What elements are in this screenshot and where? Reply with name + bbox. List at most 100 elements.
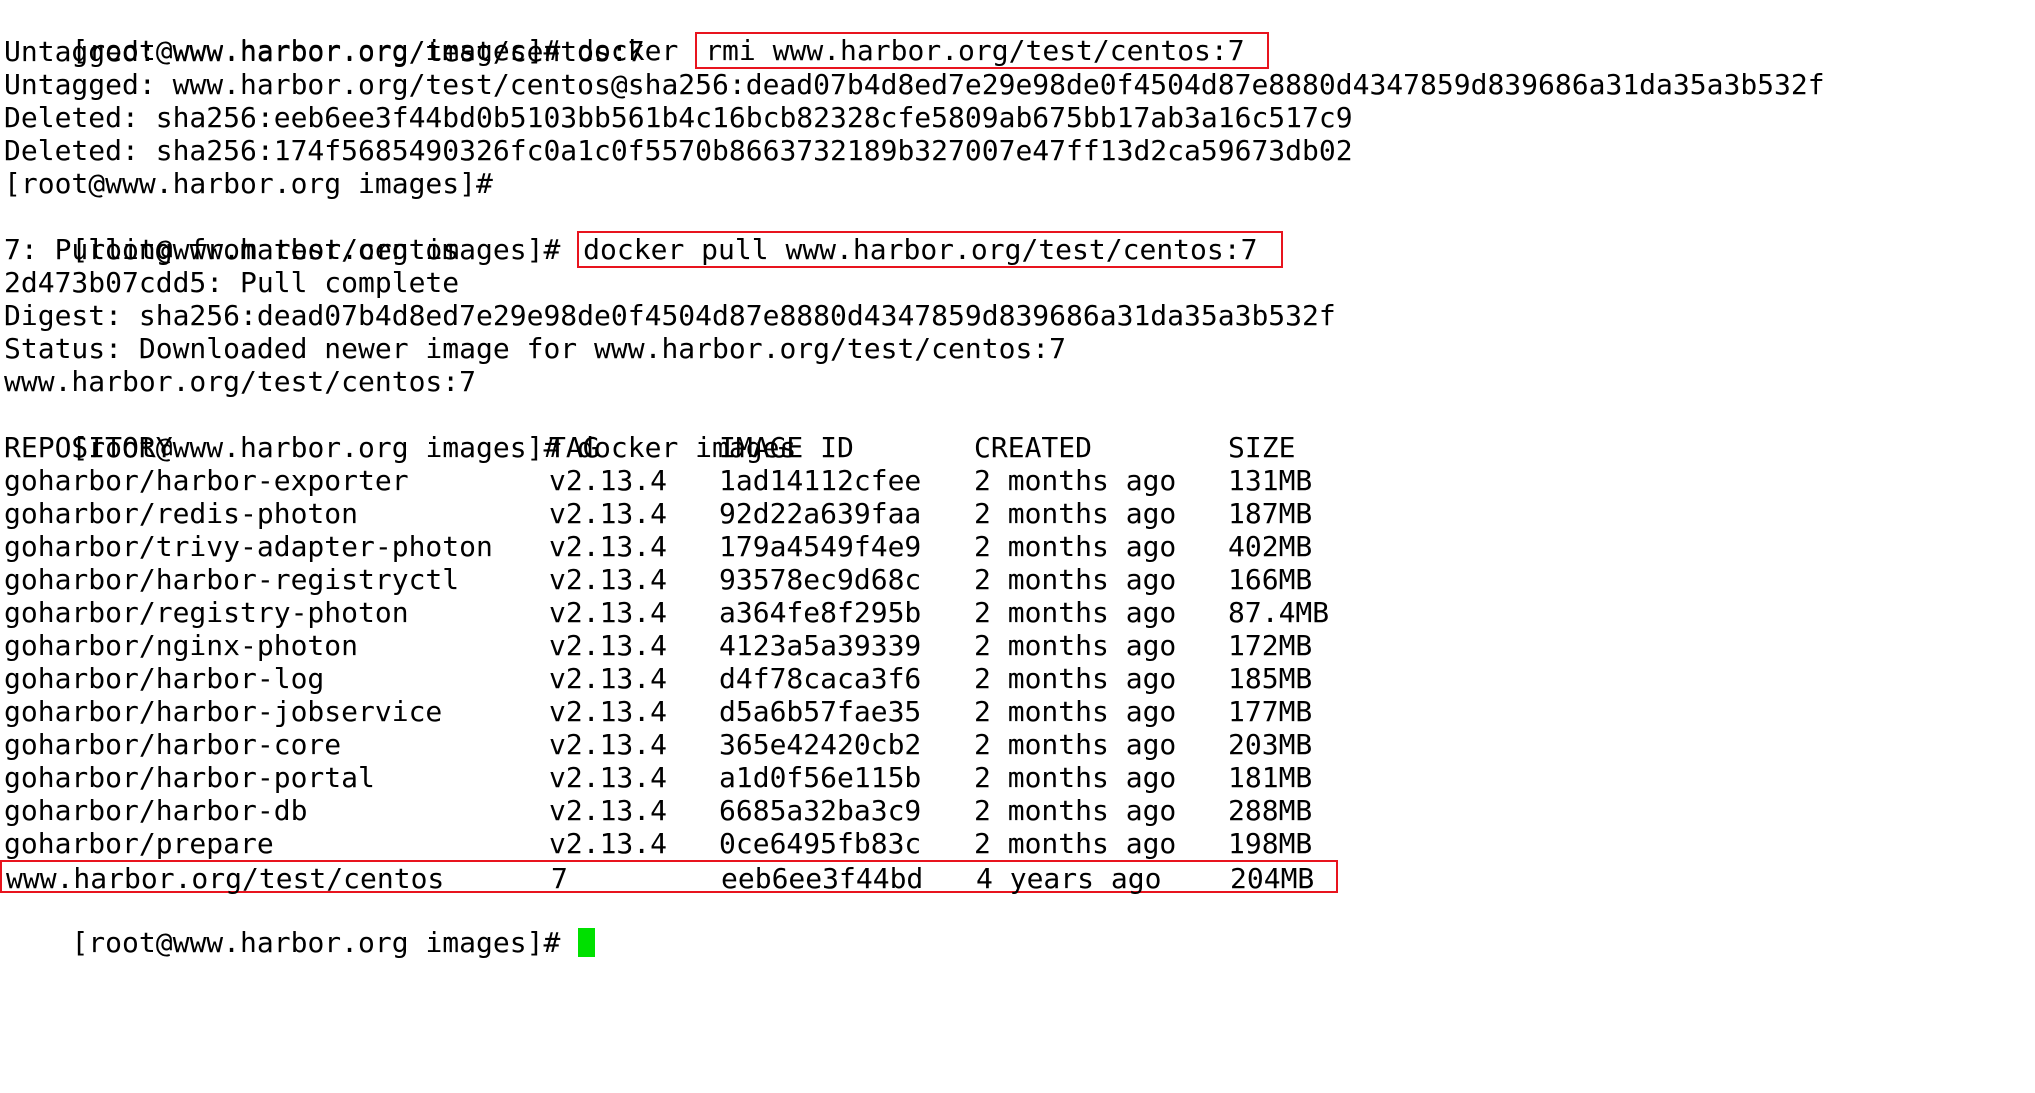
row-image-id: d4f78caca3f6 xyxy=(719,662,922,695)
command-line-pull: [root@www.harbor.org images]# docker pul… xyxy=(4,200,1284,268)
row-tag: v2.13.4 xyxy=(549,497,668,530)
row-repository: goharbor/harbor-portal xyxy=(4,761,375,794)
table-row: goharbor/harbor-portal v2.13.4 a1d0f56e1… xyxy=(4,761,1404,794)
row-created: 2 months ago xyxy=(974,596,1177,629)
table-row: goharbor/harbor-jobservice v2.13.4 d5a6b… xyxy=(4,695,1404,728)
table-row: goharbor/harbor-core v2.13.4 365e42420cb… xyxy=(4,728,1404,761)
row-created: 2 months ago xyxy=(974,728,1177,761)
row-image-id: d5a6b57fae35 xyxy=(719,695,922,728)
highlighted-rmi-command: rmi www.harbor.org/test/centos:7 xyxy=(695,32,1269,69)
row-repository: goharbor/nginx-photon xyxy=(4,629,359,662)
row-tag: v2.13.4 xyxy=(549,662,668,695)
row-created: 2 months ago xyxy=(974,827,1177,860)
row-tag: v2.13.4 xyxy=(549,629,668,662)
table-row: goharbor/prepare v2.13.4 0ce6495fb83c 2 … xyxy=(4,827,1404,860)
header-size: SIZE xyxy=(1228,431,1296,464)
output-line: Status: Downloaded newer image for www.h… xyxy=(4,332,1067,365)
row-repository: goharbor/trivy-adapter-photon xyxy=(4,530,493,563)
output-line: Deleted: sha256:eeb6ee3f44bd0b5103bb561b… xyxy=(4,101,1353,134)
table-row: goharbor/harbor-exporter v2.13.4 1ad1411… xyxy=(4,464,1404,497)
row-image-id: 4123a5a39339 xyxy=(719,629,922,662)
active-prompt-line[interactable]: [root@www.harbor.org images]# xyxy=(4,893,596,959)
empty-prompt-line: [root@www.harbor.org images]# xyxy=(4,167,493,200)
table-row: goharbor/nginx-photon v2.13.4 4123a5a393… xyxy=(4,629,1404,662)
output-line: Deleted: sha256:174f5685490326fc0a1c0f55… xyxy=(4,134,1353,167)
row-image-id: a364fe8f295b xyxy=(719,596,922,629)
row-image-id: 1ad14112cfee xyxy=(719,464,922,497)
highlighted-table-row-centos: www.harbor.org/test/centos 7 eeb6ee3f44b… xyxy=(0,860,1338,895)
header-created: CREATED xyxy=(974,431,1093,464)
row-repository: goharbor/registry-photon xyxy=(4,596,409,629)
row-size: 87.4MB xyxy=(1228,596,1330,629)
row-tag: v2.13.4 xyxy=(549,464,668,497)
row-repository: goharbor/redis-photon xyxy=(4,497,359,530)
row-image-id: 0ce6495fb83c xyxy=(719,827,922,860)
row-size: 185MB xyxy=(1228,662,1313,695)
row-image-id: eeb6ee3f44bd xyxy=(721,862,924,895)
row-created: 4 years ago xyxy=(976,862,1162,895)
row-repository: goharbor/harbor-log xyxy=(4,662,325,695)
row-repository: goharbor/harbor-db xyxy=(4,794,308,827)
row-repository: www.harbor.org/test/centos xyxy=(6,862,445,895)
table-row: goharbor/harbor-log v2.13.4 d4f78caca3f6… xyxy=(4,662,1404,695)
terminal-window[interactable]: [root@www.harbor.org images]# docker rmi… xyxy=(0,0,2035,959)
row-size: 166MB xyxy=(1228,563,1313,596)
row-size: 187MB xyxy=(1228,497,1313,530)
row-size: 172MB xyxy=(1228,629,1313,662)
row-repository: goharbor/harbor-jobservice xyxy=(4,695,443,728)
row-size: 203MB xyxy=(1228,728,1313,761)
row-size: 204MB xyxy=(1230,862,1315,895)
table-row: goharbor/trivy-adapter-photon v2.13.4 17… xyxy=(4,530,1404,563)
table-row: goharbor/registry-photon v2.13.4 a364fe8… xyxy=(4,596,1404,629)
row-image-id: 6685a32ba3c9 xyxy=(719,794,922,827)
row-repository: goharbor/harbor-core xyxy=(4,728,342,761)
row-size: 181MB xyxy=(1228,761,1313,794)
header-repository: REPOSITORY xyxy=(4,431,173,464)
row-tag: v2.13.4 xyxy=(549,596,668,629)
table-row: goharbor/harbor-registryctl v2.13.4 9357… xyxy=(4,563,1404,596)
row-tag: 7 xyxy=(551,862,568,895)
row-created: 2 months ago xyxy=(974,695,1177,728)
row-tag: v2.13.4 xyxy=(549,728,668,761)
output-line: www.harbor.org/test/centos:7 xyxy=(4,365,477,398)
row-image-id: 365e42420cb2 xyxy=(719,728,922,761)
row-tag: v2.13.4 xyxy=(549,530,668,563)
row-created: 2 months ago xyxy=(974,464,1177,497)
row-created: 2 months ago xyxy=(974,497,1177,530)
row-created: 2 months ago xyxy=(974,662,1177,695)
row-created: 2 months ago xyxy=(974,530,1177,563)
row-size: 177MB xyxy=(1228,695,1313,728)
row-tag: v2.13.4 xyxy=(549,695,668,728)
row-created: 2 months ago xyxy=(974,629,1177,662)
row-size: 402MB xyxy=(1228,530,1313,563)
row-image-id: 179a4549f4e9 xyxy=(719,530,922,563)
row-repository: goharbor/harbor-registryctl xyxy=(4,563,460,596)
row-image-id: 92d22a639faa xyxy=(719,497,922,530)
command-line-images: [root@www.harbor.org images]# docker ima… xyxy=(4,398,796,464)
shell-prompt: [root@www.harbor.org images]# xyxy=(71,926,578,959)
row-size: 288MB xyxy=(1228,794,1313,827)
row-tag: v2.13.4 xyxy=(549,827,668,860)
header-tag: TAG xyxy=(549,431,600,464)
row-repository: goharbor/harbor-exporter xyxy=(4,464,409,497)
row-image-id: a1d0f56e115b xyxy=(719,761,922,794)
table-row: goharbor/harbor-db v2.13.4 6685a32ba3c9 … xyxy=(4,794,1404,827)
output-line: Untagged: www.harbor.org/test/centos:7 xyxy=(4,35,645,68)
images-table-header: REPOSITORY TAG IMAGE ID CREATED SIZE xyxy=(4,431,1404,464)
row-size: 131MB xyxy=(1228,464,1313,497)
text-cursor xyxy=(578,928,596,957)
table-row: goharbor/redis-photon v2.13.4 92d22a639f… xyxy=(4,497,1404,530)
row-created: 2 months ago xyxy=(974,761,1177,794)
output-line: 2d473b07cdd5: Pull complete xyxy=(4,266,460,299)
row-repository: goharbor/prepare xyxy=(4,827,274,860)
highlighted-pull-command: docker pull www.harbor.org/test/centos:7 xyxy=(577,231,1284,268)
row-image-id: 93578ec9d68c xyxy=(719,563,922,596)
output-line: 7: Pulling from test/centos xyxy=(4,233,460,266)
header-image-id: IMAGE ID xyxy=(719,431,854,464)
row-tag: v2.13.4 xyxy=(549,794,668,827)
row-created: 2 months ago xyxy=(974,794,1177,827)
row-created: 2 months ago xyxy=(974,563,1177,596)
row-tag: v2.13.4 xyxy=(549,761,668,794)
row-tag: v2.13.4 xyxy=(549,563,668,596)
command-line-rmi: [root@www.harbor.org images]# docker rmi… xyxy=(4,1,1269,69)
